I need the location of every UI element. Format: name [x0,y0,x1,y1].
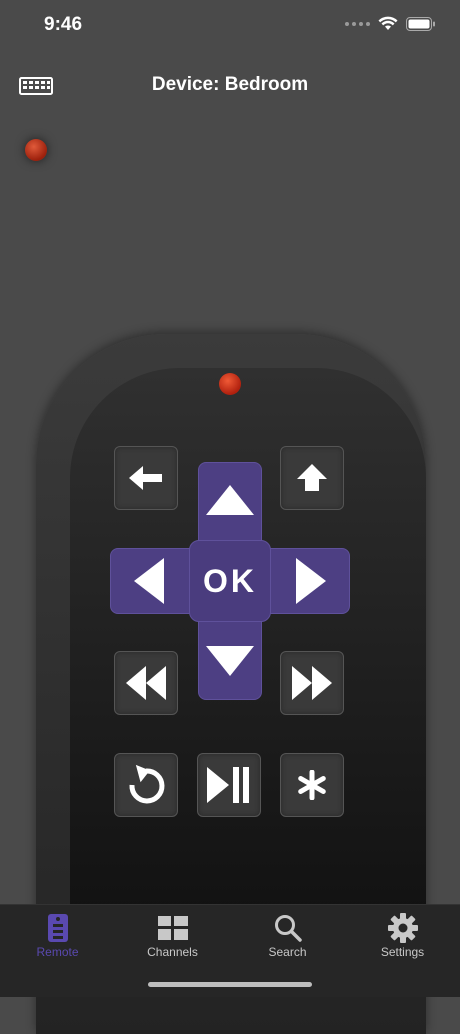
triangle-left-icon [134,558,164,604]
status-icons [345,16,436,31]
home-icon [297,464,327,491]
rewind-icon [126,666,166,700]
options-button[interactable] [280,753,344,817]
tab-remote[interactable]: Remote [0,911,115,959]
up-button[interactable] [198,462,262,538]
tab-label: Settings [380,945,425,959]
ok-button[interactable]: OK [189,540,271,622]
asterisk-icon [298,770,326,800]
remote-icon [47,914,68,942]
right-button[interactable] [272,548,350,614]
remote-led [219,373,241,395]
tab-label: Channels [147,945,198,959]
fast-forward-icon [292,666,332,700]
fast-forward-button[interactable] [280,651,344,715]
search-icon [274,915,302,942]
triangle-right-icon [296,558,326,604]
page-title: Device: Bedroom [151,74,309,95]
triangle-down-icon [206,646,254,676]
signal-icon [345,21,370,26]
tab-channels[interactable]: Channels [115,911,230,959]
triangle-up-icon [206,485,254,515]
tab-label: Remote [36,945,79,959]
status-bar: 9:46 [0,0,460,50]
tab-settings[interactable]: Settings [345,911,460,959]
replay-button[interactable] [114,753,178,817]
home-button[interactable] [280,446,344,510]
back-button[interactable] [114,446,178,510]
connection-indicator [25,139,47,161]
home-indicator [148,982,312,987]
tab-label: Search [268,945,307,959]
battery-icon [406,16,435,31]
replay-icon [129,764,165,804]
status-time: 9:46 [44,14,83,35]
wifi-icon [378,16,398,30]
grid-icon [157,916,188,940]
play-pause-icon [207,767,249,803]
gear-icon [387,913,418,943]
arrow-left-icon [129,466,162,490]
down-button[interactable] [198,622,262,700]
tab-search[interactable]: Search [230,911,345,959]
left-button[interactable] [110,548,188,614]
play-pause-button[interactable] [197,753,261,817]
rewind-button[interactable] [114,651,178,715]
